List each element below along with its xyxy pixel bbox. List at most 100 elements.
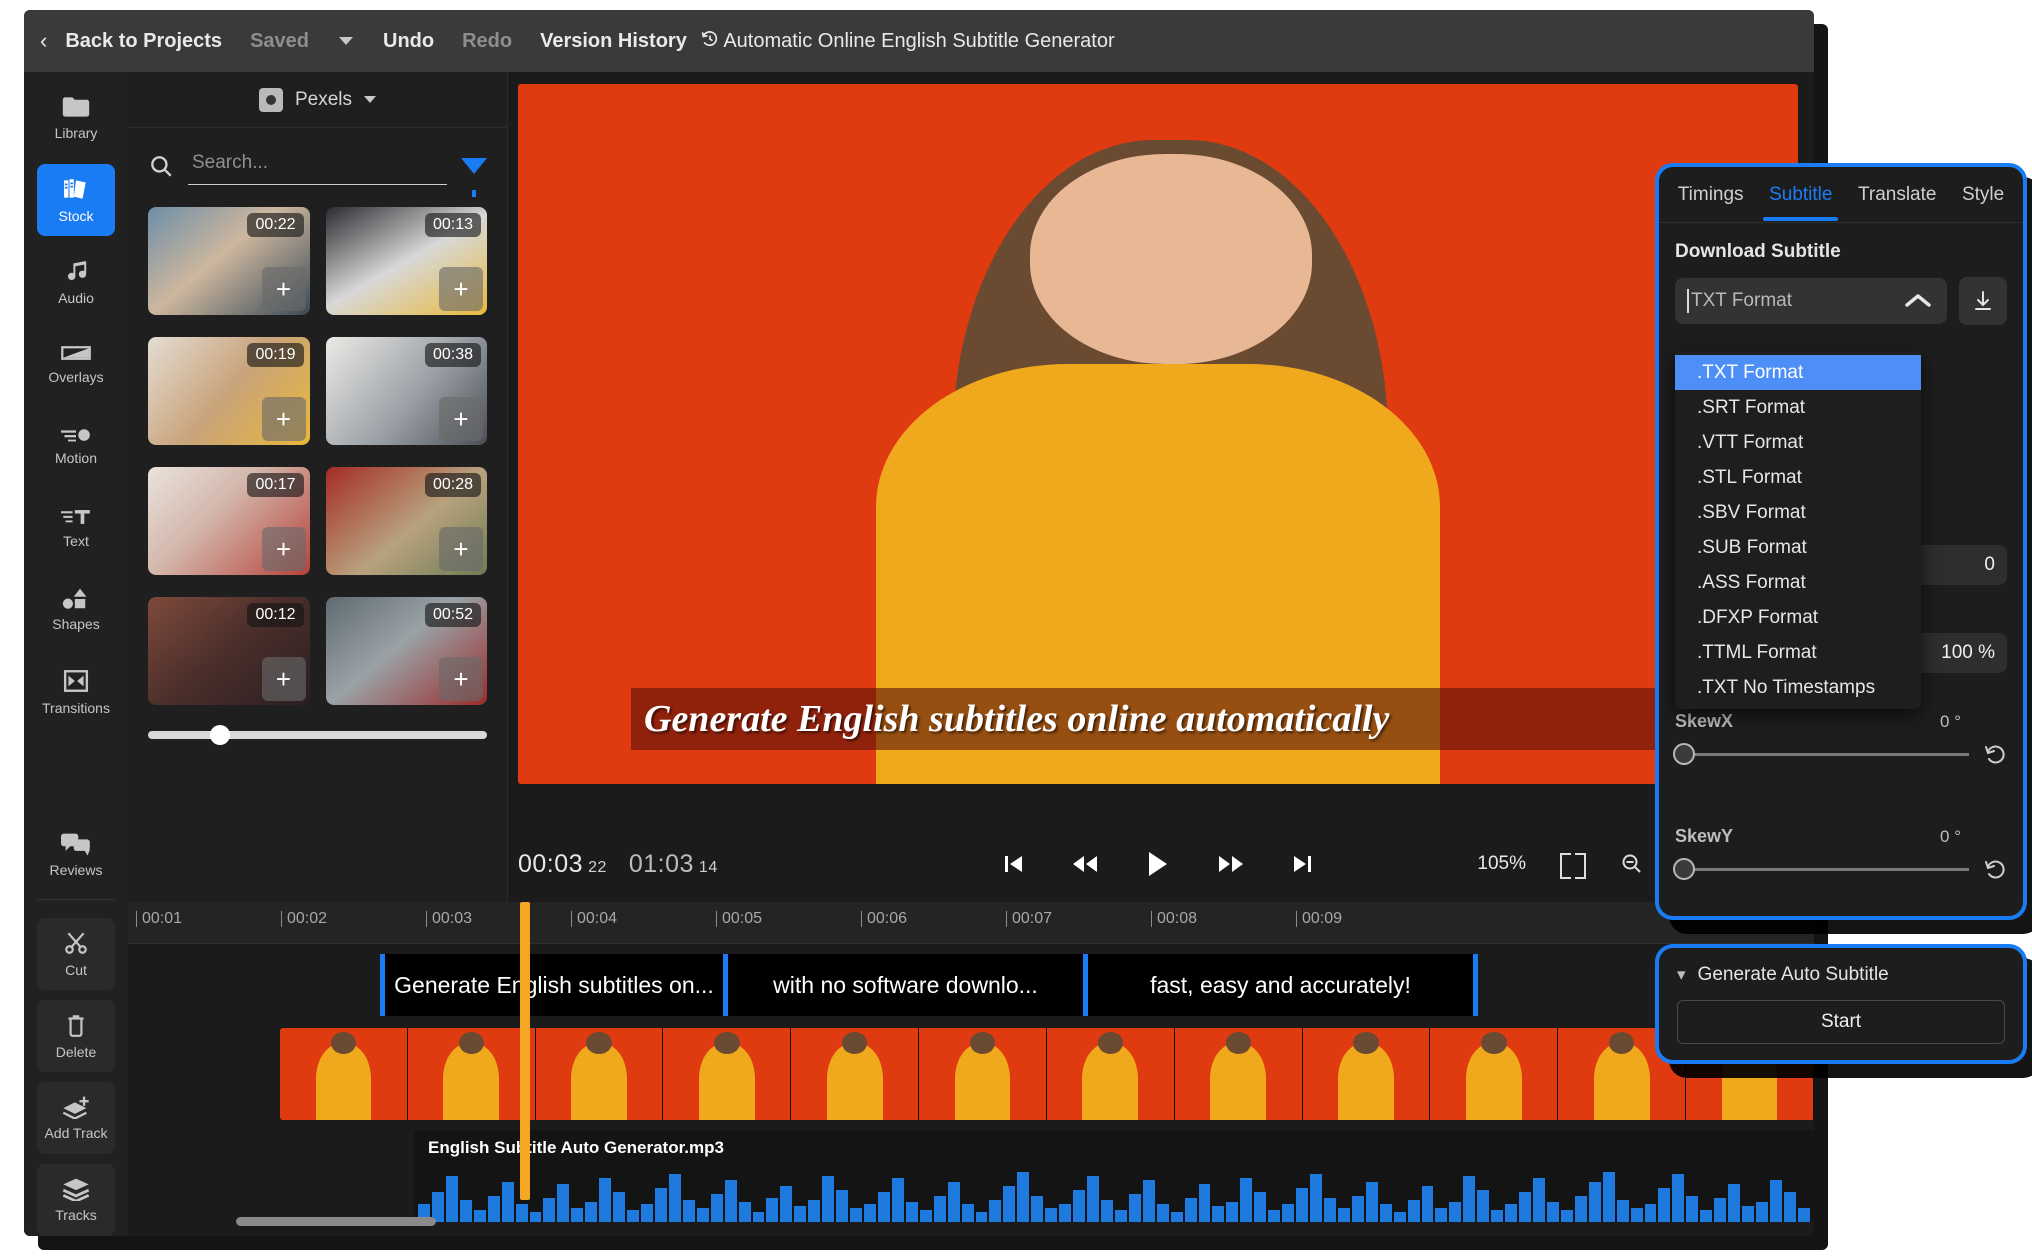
audio-track[interactable]: English Subtitle Auto Generator.mp3 (414, 1130, 1814, 1222)
stock-thumbnail[interactable]: 00:19 + (148, 337, 310, 445)
format-option[interactable]: .TXT No Timestamps (1675, 670, 1921, 705)
subtitle-format-select[interactable]: TXT Format (1675, 278, 1947, 324)
generate-auto-subtitle-panel: ▾ Generate Auto Subtitle Start (1655, 944, 2027, 1064)
screenshot-root: ‹ Back to Projects Saved Undo Redo Versi… (0, 0, 2032, 1260)
reset-icon[interactable] (1983, 857, 2007, 881)
sidebar-item-shapes[interactable]: Shapes (37, 574, 115, 646)
format-option[interactable]: .STL Format (1675, 460, 1921, 495)
add-media-icon[interactable]: + (439, 657, 483, 701)
undo-button[interactable]: Undo (369, 24, 448, 59)
search-input[interactable] (188, 146, 447, 185)
skew-x-slider[interactable] (1675, 753, 1969, 756)
add-media-icon[interactable]: + (439, 527, 483, 571)
tab-subtitle[interactable]: Subtitle (1767, 170, 1834, 220)
sidebar-item-library[interactable]: Library (37, 82, 115, 154)
video-track[interactable] (280, 1028, 1814, 1120)
chevron-down-icon[interactable]: ▾ (1677, 965, 1686, 985)
add-media-icon[interactable]: + (262, 657, 306, 701)
add-media-icon[interactable]: + (262, 267, 306, 311)
stock-thumbnail[interactable]: 00:38 + (326, 337, 488, 445)
sidebar-item-reviews[interactable]: Reviews (37, 819, 115, 891)
sidebar-item-label: Delete (56, 1044, 96, 1060)
thumbnail-size-slider[interactable] (148, 731, 487, 739)
subtitle-clip[interactable]: Generate English subtitles on... (380, 954, 728, 1016)
add-media-icon[interactable]: + (439, 397, 483, 441)
filter-icon[interactable] (461, 158, 487, 174)
sidebar-item-cut[interactable]: Cut (37, 918, 115, 990)
stock-thumbnail[interactable]: 00:17 + (148, 467, 310, 575)
format-option[interactable]: .VTT Format (1675, 425, 1921, 460)
stock-thumbnail[interactable]: 00:12 + (148, 597, 310, 705)
format-option[interactable]: .TTML Format (1675, 635, 1921, 670)
video-frame (919, 1028, 1047, 1120)
video-frame (1047, 1028, 1175, 1120)
add-media-icon[interactable]: + (262, 397, 306, 441)
timeline-horizontal-scrollbar[interactable] (236, 1217, 436, 1226)
start-button[interactable]: Start (1677, 1000, 2005, 1044)
sidebar-item-overlays[interactable]: Overlays (37, 328, 115, 400)
skew-y-control: SkewY 0 ° (1675, 826, 2007, 881)
download-subtitle-label: Download Subtitle (1675, 241, 2007, 263)
format-option[interactable]: .SBV Format (1675, 495, 1921, 530)
subtitle-clip[interactable]: fast, easy and accurately! (1088, 954, 1478, 1016)
video-frame (280, 1028, 408, 1120)
reset-icon[interactable] (1983, 742, 2007, 766)
stock-thumbnail[interactable]: 00:52 + (326, 597, 488, 705)
chevron-down-icon[interactable] (339, 37, 353, 45)
sidebar-item-label: Stock (58, 208, 93, 224)
play-icon[interactable] (1145, 850, 1171, 878)
skew-y-value: 0 ° (1940, 827, 1961, 847)
stock-search-row (128, 128, 507, 185)
format-option[interactable]: .SRT Format (1675, 390, 1921, 425)
chevron-up-icon[interactable] (1903, 292, 1933, 310)
video-canvas[interactable]: Generate English subtitles online automa… (518, 84, 1798, 784)
sidebar-item-label: Overlays (48, 369, 103, 385)
playhead[interactable] (520, 902, 530, 1200)
stock-source-selector[interactable]: Pexels (128, 72, 507, 128)
fast-forward-icon[interactable] (1217, 852, 1245, 876)
tab-translate[interactable]: Translate (1856, 170, 1939, 220)
format-option[interactable]: .DFXP Format (1675, 600, 1921, 635)
tab-style[interactable]: Style (1960, 170, 2006, 220)
redo-button[interactable]: Redo (448, 24, 526, 59)
sidebar-item-label: Add Track (44, 1125, 107, 1141)
sidebar-item-tracks[interactable]: Tracks (37, 1164, 115, 1236)
subtitle-clip[interactable]: with no software downlo... (728, 954, 1088, 1016)
fit-to-screen-icon[interactable] (1560, 853, 1586, 875)
chevron-down-icon[interactable] (364, 96, 376, 103)
sidebar-item-motion[interactable]: Motion (37, 410, 115, 482)
sidebar-item-add-track[interactable]: Add Track (37, 1082, 115, 1154)
history-clock-icon (700, 29, 720, 49)
skip-to-end-icon[interactable] (1291, 852, 1315, 876)
video-subject-face (1030, 154, 1312, 364)
sidebar-item-stock[interactable]: Stock (37, 164, 115, 236)
timeline-ruler[interactable]: 00:01 00:02 00:03 00:04 00:05 00:06 00:0… (128, 902, 1814, 944)
stock-thumbnail[interactable]: 00:28 + (326, 467, 488, 575)
skew-y-slider[interactable] (1675, 868, 1969, 871)
add-media-icon[interactable]: + (262, 527, 306, 571)
tab-timings[interactable]: Timings (1676, 170, 1746, 220)
add-media-icon[interactable]: + (439, 267, 483, 311)
back-to-projects-button[interactable]: Back to Projects (51, 24, 236, 59)
slider-knob[interactable] (1673, 858, 1695, 880)
slider-knob[interactable] (210, 725, 230, 745)
skip-to-start-icon[interactable] (1001, 852, 1025, 876)
stock-thumbnail[interactable]: 00:22 + (148, 207, 310, 315)
rewind-icon[interactable] (1071, 852, 1099, 876)
generate-section-header[interactable]: ▾ Generate Auto Subtitle (1677, 964, 2005, 986)
sidebar-item-delete[interactable]: Delete (37, 1000, 115, 1072)
format-option[interactable]: .TXT Format (1675, 355, 1921, 390)
sidebar-item-transitions[interactable]: Transitions (37, 656, 115, 728)
camera-icon (259, 88, 283, 112)
version-history-button[interactable]: Version History (526, 23, 734, 59)
sidebar-item-text[interactable]: Text (37, 492, 115, 564)
download-button[interactable] (1959, 277, 2007, 325)
format-selector-row: TXT Format (1675, 277, 2007, 325)
sidebar-item-audio[interactable]: Audio (37, 246, 115, 318)
format-option[interactable]: .ASS Format (1675, 565, 1921, 600)
slider-knob[interactable] (1673, 743, 1695, 765)
app-window: ‹ Back to Projects Saved Undo Redo Versi… (24, 10, 1814, 1236)
format-dropdown-list[interactable]: .TXT Format .SRT Format .VTT Format .STL… (1675, 351, 1921, 709)
format-option[interactable]: .SUB Format (1675, 530, 1921, 565)
stock-thumbnail[interactable]: 00:13 + (326, 207, 488, 315)
